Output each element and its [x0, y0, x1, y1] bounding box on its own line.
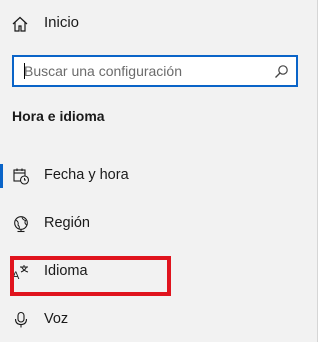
globe-region-icon	[12, 215, 30, 233]
home-icon	[11, 15, 29, 33]
search-input[interactable]	[24, 57, 274, 85]
settings-sidebar: Inicio Hora e idioma Fecha y hora	[0, 0, 318, 342]
nav-item-label: Voz	[44, 311, 69, 327]
nav-item-language[interactable]: A Idioma	[0, 250, 317, 294]
nav-item-speech[interactable]: Voz	[0, 298, 317, 342]
selection-indicator	[0, 164, 3, 188]
nav-item-date-time[interactable]: Fecha y hora	[0, 154, 317, 198]
nav-item-label: Idioma	[44, 263, 88, 279]
nav-item-label: Región	[44, 215, 90, 231]
search-box[interactable]	[12, 55, 298, 87]
svg-text:A: A	[12, 270, 20, 281]
home-link[interactable]: Inicio	[0, 4, 317, 42]
microphone-icon	[12, 311, 30, 329]
nav-item-label: Fecha y hora	[44, 167, 129, 183]
search-icon[interactable]	[274, 64, 289, 79]
language-icon: A	[12, 263, 30, 281]
calendar-clock-icon	[12, 167, 30, 185]
home-label: Inicio	[44, 14, 80, 31]
nav-item-region[interactable]: Región	[0, 202, 317, 246]
section-title: Hora e idioma	[12, 108, 105, 124]
